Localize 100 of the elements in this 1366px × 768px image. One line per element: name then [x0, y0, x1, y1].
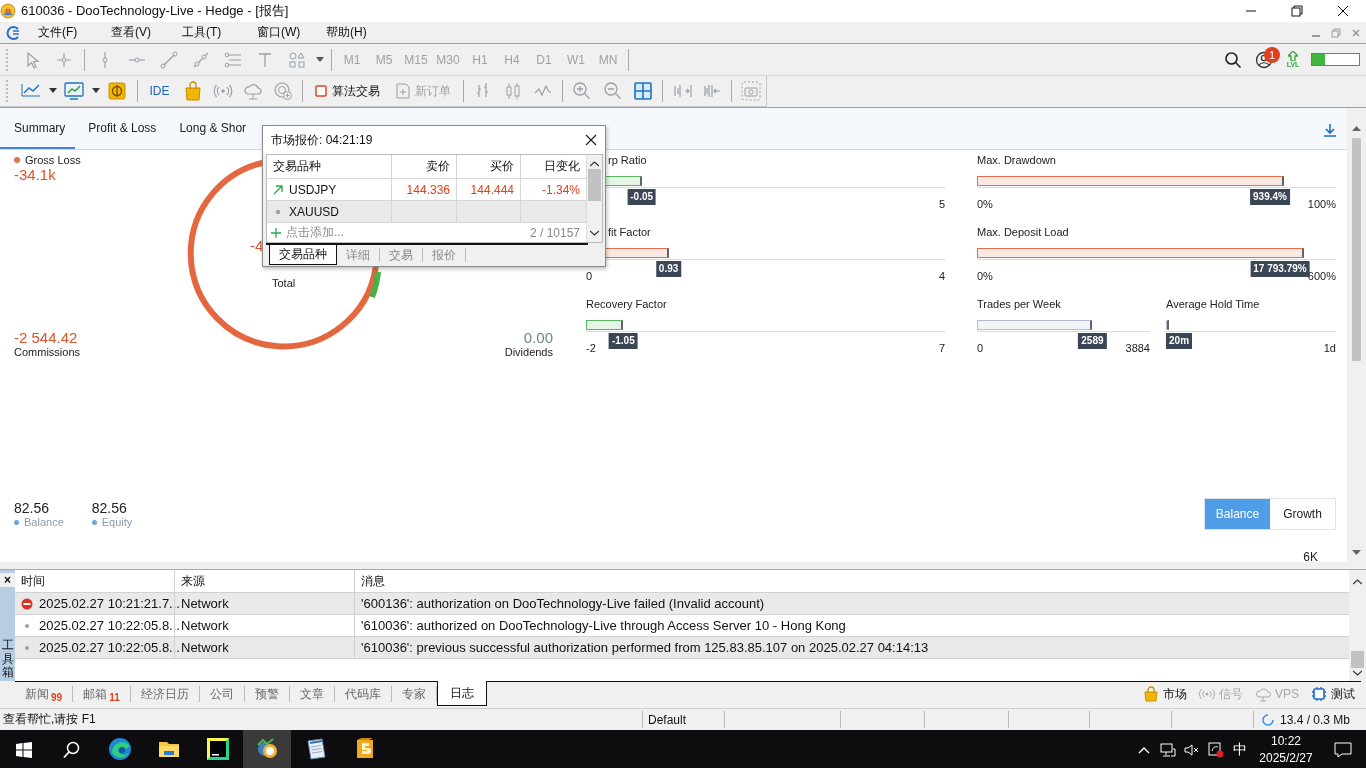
- scroll-down-icon[interactable]: [1353, 670, 1362, 676]
- metric-label: rp Ratio: [608, 154, 647, 168]
- signal-broadcast-icon: [1199, 686, 1215, 702]
- mute-icon[interactable]: [1184, 743, 1200, 757]
- scale-min: 0: [586, 270, 593, 284]
- taskbar-app[interactable]: [243, 730, 291, 768]
- menu-item[interactable]: 窗口(W): [240, 24, 301, 41]
- search-icon[interactable]: [1224, 50, 1242, 69]
- value-tooltip: 0.93: [655, 261, 682, 277]
- scroll-up-icon[interactable]: [1352, 126, 1361, 132]
- report-tab[interactable]: Profit & Loss: [76, 109, 167, 149]
- scale-max: 600%: [1307, 270, 1336, 284]
- log-message: '610036': previous successful authorization performed from 125.83.85.107 on 2025.02.27 04:14:13: [361, 640, 929, 655]
- column-header: 买价: [490, 158, 514, 175]
- menu-item[interactable]: 工具(T): [165, 24, 226, 41]
- close-icon[interactable]: [1337, 5, 1349, 17]
- tray-expand-icon[interactable]: [1138, 746, 1150, 754]
- cloud-icon[interactable]: [242, 81, 263, 101]
- scale-min: 0: [977, 342, 984, 356]
- scroll-down-icon[interactable]: [590, 230, 599, 236]
- input-method-indicator[interactable]: 中: [1228, 730, 1252, 768]
- security-alert-icon[interactable]: [1208, 742, 1224, 758]
- column-header: 日变化: [544, 158, 580, 175]
- clock-time[interactable]: 10:22: [1271, 733, 1301, 750]
- up-arrow-icon: [1288, 50, 1298, 61]
- caret-icon[interactable]: [48, 88, 57, 94]
- shopping-bag-icon[interactable]: [182, 81, 203, 101]
- toolbox-tab[interactable]: 文章: [289, 686, 335, 702]
- menu-item[interactable]: 查看(V): [94, 24, 155, 41]
- search-icon[interactable]: [63, 741, 81, 759]
- metric-label: fit Factor: [608, 226, 651, 240]
- chart-template-icon[interactable]: [64, 81, 85, 101]
- coin-icon[interactable]: [107, 81, 128, 101]
- scroll-up-icon[interactable]: [1353, 579, 1362, 585]
- app-logo-icon: [0, 3, 16, 19]
- column-header: 来源: [181, 572, 205, 590]
- toolbox-tab[interactable]: 预警: [244, 686, 290, 702]
- scroll-down-icon[interactable]: [1352, 550, 1361, 556]
- panel-tab[interactable]: 报价: [423, 248, 466, 262]
- panel-tab[interactable]: 交易品种: [269, 245, 337, 265]
- shapes-icon[interactable]: [287, 49, 307, 70]
- log-source: Network: [181, 618, 229, 633]
- clock-date[interactable]: 2025/2/27: [1259, 750, 1313, 767]
- scrollbar-thumb[interactable]: [588, 169, 601, 201]
- metric-label: Average Hold Time: [1166, 298, 1260, 312]
- toolbox-tab[interactable]: 代码库: [334, 686, 392, 702]
- notification-icon[interactable]: [1334, 742, 1352, 758]
- caret-icon[interactable]: [91, 88, 100, 94]
- toolbox-tab[interactable]: 经济日历: [130, 686, 200, 702]
- toolbox-tab[interactable]: 公司: [199, 686, 245, 702]
- metric-label: Trades per Week: [977, 298, 1061, 312]
- value-tooltip: 939.4%: [1250, 189, 1290, 205]
- trend-line-icon[interactable]: [159, 49, 179, 70]
- menu-item[interactable]: 帮助(H): [309, 24, 370, 41]
- total-value: -4: [250, 237, 264, 254]
- toolbox-tab[interactable]: 日志: [436, 681, 487, 706]
- dividends-value: 0.00: [523, 329, 553, 346]
- app-menu-icon[interactable]: [5, 24, 21, 41]
- start-icon[interactable]: [16, 742, 32, 758]
- quote-row[interactable]: XAUUSD: [267, 201, 586, 223]
- report-tab[interactable]: Summary: [0, 109, 76, 149]
- symbol-name: XAUUSD: [289, 204, 339, 219]
- add-symbol-link[interactable]: 点击添加...: [286, 224, 344, 241]
- close-icon[interactable]: [585, 134, 597, 146]
- metric-label: Max. Drawdown: [977, 154, 1056, 168]
- scrollbar-thumb[interactable]: [1352, 138, 1361, 361]
- scale-max: 4: [938, 270, 945, 284]
- globe-add-icon[interactable]: [273, 81, 293, 101]
- scrollbar-thumb[interactable]: [1351, 651, 1364, 668]
- quote-value: 144.444: [470, 182, 514, 197]
- report-tab[interactable]: Long & Shor: [167, 109, 257, 149]
- menu-item[interactable]: 文件(F): [21, 24, 82, 41]
- plus-icon[interactable]: [271, 227, 281, 238]
- service-button[interactable]: 测试: [1305, 682, 1361, 706]
- network-icon[interactable]: [1160, 743, 1176, 757]
- scale-max: 1d: [1323, 342, 1336, 356]
- scroll-up-icon[interactable]: [590, 161, 599, 167]
- tile-windows-icon[interactable]: [632, 81, 653, 101]
- restore-icon[interactable]: [1291, 5, 1303, 17]
- log-time: 2025.02.27 10:21:21.7...: [39, 596, 180, 611]
- caret-icon[interactable]: [316, 56, 324, 63]
- zoom-out-icon[interactable]: [602, 81, 623, 101]
- toolbox-tab[interactable]: 专家: [391, 686, 437, 702]
- dividends-label: Dividends: [504, 346, 553, 358]
- service-button[interactable]: 市场: [1137, 682, 1193, 706]
- scale-min: -2: [586, 342, 596, 356]
- scale-min: 0%: [977, 270, 993, 284]
- shopping-bag-icon: [1143, 686, 1159, 702]
- column-header: 时间: [21, 572, 45, 590]
- panel-tab[interactable]: 详细: [337, 248, 380, 262]
- download-icon[interactable]: [1323, 123, 1337, 137]
- browser-icon: [108, 737, 132, 761]
- chart-mode-button[interactable]: Balance: [1205, 499, 1270, 529]
- ide-button[interactable]: IDE: [141, 84, 178, 98]
- algo-trading-button[interactable]: 算法交易: [307, 78, 388, 104]
- panel-tab[interactable]: 交易: [380, 248, 423, 262]
- trading-app-icon: [255, 737, 279, 761]
- quote-value: 144.336: [406, 182, 450, 197]
- close-button[interactable]: ×: [0, 573, 15, 587]
- equity-value: 82.56: [91, 500, 128, 516]
